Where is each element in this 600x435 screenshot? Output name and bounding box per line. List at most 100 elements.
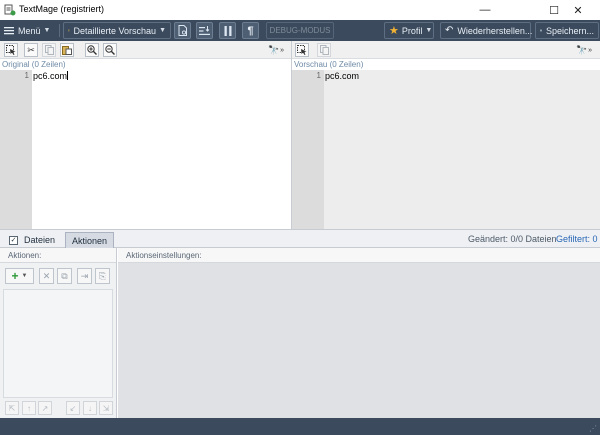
clone-icon: ⧉	[61, 270, 68, 281]
close-button[interactable]: ✕	[555, 0, 600, 20]
preview-text-view[interactable]: pc6.com	[324, 70, 600, 229]
chevron-down-icon: ▼	[43, 27, 51, 34]
move-bottom-left-icon: ↙	[69, 403, 77, 413]
export-icon: ⎘	[98, 270, 107, 281]
copy-icon	[319, 45, 329, 55]
filtered-link[interactable]: Gefiltert: 0	[556, 234, 598, 244]
copy-button[interactable]	[317, 43, 331, 57]
restore-label: Wiederherstellen...	[457, 25, 533, 36]
actions-header: Aktionen:	[0, 248, 116, 263]
select-all-button[interactable]	[4, 43, 18, 57]
find-button[interactable]: 🔭 »	[265, 43, 287, 57]
zoom-out-button[interactable]	[103, 43, 117, 57]
pause-icon	[224, 25, 231, 36]
tab-actions-label: Aktionen	[71, 235, 108, 246]
tab-files[interactable]: ✓ Dateien	[9, 232, 55, 248]
chevron-down-icon: ▼	[21, 273, 28, 279]
pause-button[interactable]	[219, 22, 236, 39]
line-number: 1	[24, 71, 29, 80]
sort-button[interactable]	[196, 22, 213, 39]
move-bottom-icon: ⇲	[102, 403, 110, 413]
move-down-button[interactable]: ↓	[83, 401, 97, 415]
window-title: TextMage (registriert)	[19, 4, 105, 14]
main-toolbar: Menü ▼ Detaillierte Vorschau ▼ ¶ DEBUG-M…	[0, 20, 600, 41]
delete-action-button[interactable]: ✕	[39, 268, 54, 284]
save-label: Speichern...	[545, 25, 594, 36]
menu-label: Menü	[18, 25, 41, 36]
menu-button[interactable]: Menü ▼	[4, 22, 50, 39]
clone-action-button[interactable]: ⧉	[57, 268, 72, 284]
files-checkbox[interactable]: ✓	[9, 235, 18, 245]
export-action-button[interactable]: ⎘	[95, 268, 110, 284]
changed-files-status: Geändert: 0/0 Dateien	[468, 234, 557, 244]
textmage-logo-icon	[4, 4, 16, 16]
preview-pane-toolbar: 🔭 »	[292, 41, 600, 59]
hamburger-icon	[4, 27, 14, 35]
toolbar-separator	[59, 24, 60, 37]
cut-button[interactable]: ✂	[24, 43, 38, 57]
move-top-right-icon: ↗	[41, 403, 49, 413]
line-number: 1	[316, 71, 321, 80]
star-icon: ★	[389, 25, 399, 37]
preview-mode-dropdown[interactable]: Detaillierte Vorschau ▼	[63, 22, 171, 39]
import-action-button[interactable]: ⇥	[77, 268, 92, 284]
move-top-right-button[interactable]: ↗	[38, 401, 52, 415]
minimize-button[interactable]: —	[462, 0, 508, 20]
move-bottom-left-button[interactable]: ↙	[66, 401, 80, 415]
paste-icon	[62, 46, 72, 55]
line-gutter: 1	[292, 70, 324, 229]
code-line-text: pc6.com	[33, 71, 68, 81]
sort-icon	[199, 25, 210, 35]
resize-grip-icon[interactable]: ⋰	[589, 424, 597, 433]
actions-panel: Aktionen: + ▼ ✕ ⧉ ⇥ ⎘ ⇱ ↑ ↗ ↙ ↓ ⇲	[0, 248, 117, 418]
move-up-button[interactable]: ↑	[22, 401, 36, 415]
chevron-down-icon: ▼	[425, 27, 433, 34]
move-up-icon: ↑	[27, 403, 31, 413]
copy-button[interactable]	[42, 43, 56, 57]
find-button[interactable]: 🔭 »	[573, 43, 595, 57]
debug-mode-button[interactable]: DEBUG-MODUS	[266, 22, 334, 39]
actions-header-label: Aktionen:	[8, 251, 42, 260]
code-line: pc6.com	[325, 71, 360, 81]
tab-actions[interactable]: Aktionen	[65, 232, 114, 248]
zoom-in-button[interactable]	[85, 43, 99, 57]
preview-mode-label: Detaillierte Vorschau	[73, 25, 157, 36]
move-top-button[interactable]: ⇱	[5, 401, 19, 415]
select-all-button[interactable]	[295, 43, 309, 57]
settings-header: Aktionseinstellungen:	[118, 248, 600, 263]
document-button[interactable]	[174, 22, 191, 39]
chevron-down-icon: ▼	[159, 27, 166, 34]
profile-label: Profil	[401, 25, 423, 36]
copy-icon	[44, 45, 54, 55]
pilcrow-button[interactable]: ¶	[242, 22, 259, 39]
original-pane: ✂ 🔭 » Original (0 Zeilen) 1 pc6.com	[0, 41, 291, 229]
original-caption: Original (0 Zeilen)	[2, 60, 66, 69]
settings-header-label: Aktionseinstellungen:	[126, 251, 202, 260]
find-icon: 🔭	[575, 44, 588, 55]
status-bar: ⋰	[0, 418, 600, 435]
bottom-tab-bar: ✓ Dateien Aktionen Geändert: 0/0 Dateien…	[0, 229, 600, 248]
debug-mode-label: DEBUG-MODUS	[269, 26, 331, 35]
original-pane-toolbar: ✂ 🔭 »	[0, 41, 291, 59]
restore-button[interactable]: ↶ Wiederherstellen...	[440, 22, 533, 39]
save-icon	[540, 29, 542, 32]
move-down-icon: ↓	[88, 403, 92, 413]
original-text-editor[interactable]: pc6.com	[32, 70, 291, 229]
title-bar: TextMage (registriert) — ☐ ✕	[0, 0, 600, 20]
chevron-double-down-icon: »	[588, 46, 593, 54]
select-all-icon	[297, 45, 307, 55]
save-button[interactable]: Speichern...	[535, 22, 599, 39]
import-icon: ⇥	[80, 270, 89, 281]
cut-icon: ✂	[27, 44, 35, 55]
preview-mode-icon	[68, 29, 70, 32]
text-caret	[67, 71, 69, 80]
profile-dropdown[interactable]: ★ Profil ▼	[384, 22, 434, 39]
actions-list[interactable]	[3, 289, 113, 398]
chevron-double-down-icon: »	[280, 46, 285, 54]
actions-toolbar: + ▼ ✕ ⧉ ⇥ ⎘	[0, 268, 116, 285]
add-action-button[interactable]: + ▼	[5, 268, 34, 284]
pilcrow-icon: ¶	[247, 24, 254, 37]
move-bottom-button[interactable]: ⇲	[99, 401, 113, 415]
add-icon: +	[11, 269, 19, 283]
paste-button[interactable]	[60, 43, 74, 57]
